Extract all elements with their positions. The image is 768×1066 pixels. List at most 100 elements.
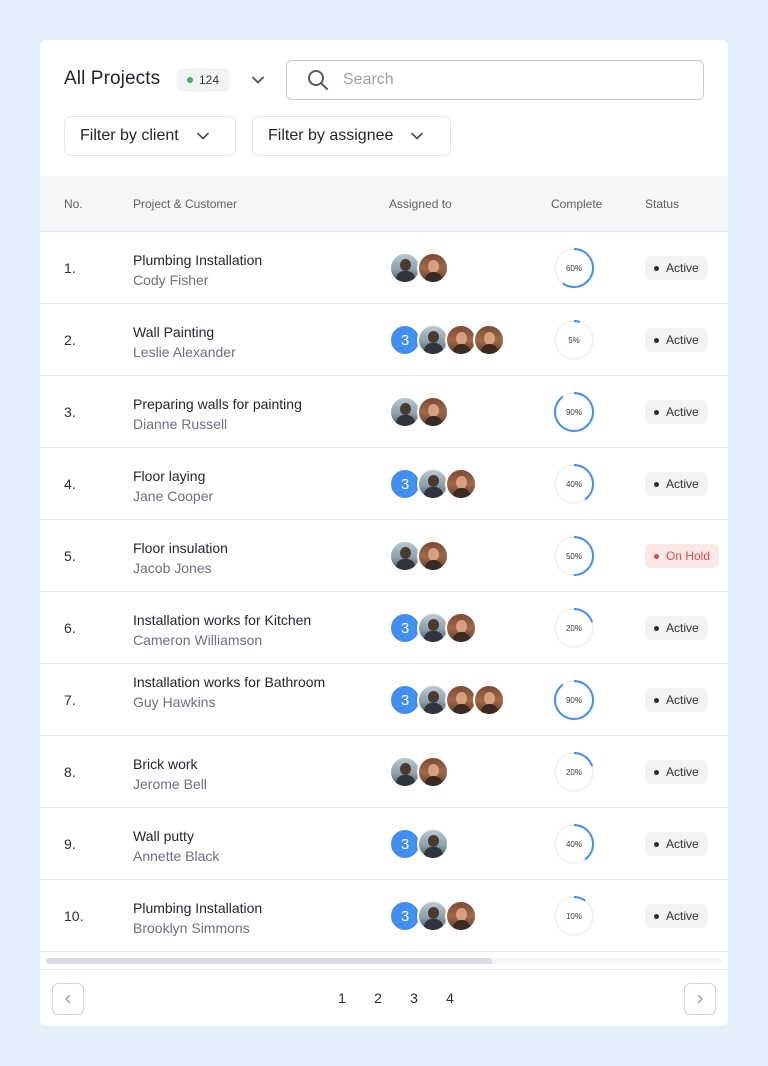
row-number: 1.	[64, 260, 76, 276]
next-page-button[interactable]	[684, 983, 716, 1015]
completion-ring: 40%	[553, 463, 595, 505]
page-link[interactable]: 3	[396, 990, 432, 1006]
completion-percent: 60%	[565, 263, 582, 273]
status-dot-icon	[654, 553, 659, 559]
assignee-avatars: 3	[389, 684, 505, 716]
customer-name: Jacob Jones	[133, 560, 212, 576]
avatar[interactable]	[473, 324, 505, 356]
table-row[interactable]: 5. Floor insulation Jacob Jones 50% On H…	[40, 520, 728, 592]
project-count: 124	[199, 73, 220, 87]
filter-client-label: Filter by client	[80, 127, 179, 144]
assignee-avatars	[389, 252, 449, 284]
table-row[interactable]: 2. Wall Painting Leslie Alexander 3 5% A…	[40, 304, 728, 376]
completion-ring: 20%	[553, 751, 595, 793]
avatar[interactable]	[417, 756, 449, 788]
project-cell: Wall Painting Leslie Alexander	[133, 322, 353, 362]
customer-name: Brooklyn Simmons	[133, 920, 250, 936]
filter-assignee-label: Filter by assignee	[268, 127, 394, 144]
status-dot-icon	[654, 913, 659, 919]
status-label: Active	[666, 837, 699, 851]
filter-client-dropdown[interactable]: Filter by client	[64, 116, 236, 156]
row-number: 3.	[64, 404, 76, 420]
completion-percent: 40%	[565, 839, 582, 849]
row-number: 8.	[64, 764, 76, 780]
page-link[interactable]: 1	[324, 990, 360, 1006]
page-link[interactable]: 2	[360, 990, 396, 1006]
project-name[interactable]: Wall putty	[133, 826, 353, 846]
prev-page-button[interactable]	[52, 983, 84, 1015]
column-header-complete[interactable]: Complete	[551, 197, 602, 211]
completion-ring: 20%	[553, 607, 595, 649]
project-cell: Floor laying Jane Cooper	[133, 466, 353, 506]
project-name[interactable]: Floor insulation	[133, 538, 353, 558]
assignee-avatars: 3	[389, 828, 449, 860]
completion-ring: 5%	[553, 319, 595, 361]
completion-ring: 10%	[553, 895, 595, 937]
avatar[interactable]	[445, 612, 477, 644]
page-title: All Projects	[64, 68, 161, 89]
avatar[interactable]	[417, 396, 449, 428]
status-label: Active	[666, 693, 699, 707]
project-name[interactable]: Brick work	[133, 754, 353, 774]
table-row[interactable]: 7. Installation works for Bathroom Guy H…	[40, 664, 728, 736]
project-name[interactable]: Plumbing Installation	[133, 250, 353, 270]
status-dot-icon	[654, 625, 659, 631]
table-row[interactable]: 9. Wall putty Annette Black 3 40% Active	[40, 808, 728, 880]
project-cell: Installation works for Bathroom Guy Hawk…	[133, 672, 353, 712]
column-header-status[interactable]: Status	[645, 197, 679, 211]
status-dot-icon	[654, 265, 659, 271]
project-name[interactable]: Floor laying	[133, 466, 353, 486]
project-name[interactable]: Plumbing Installation	[133, 898, 353, 918]
column-header-assigned[interactable]: Assigned to	[389, 197, 452, 211]
completion-percent: 20%	[565, 623, 582, 633]
completion-ring: 90%	[553, 679, 595, 721]
status-label: Active	[666, 261, 699, 275]
table-row[interactable]: 4. Floor laying Jane Cooper 3 40% Active	[40, 448, 728, 520]
project-name[interactable]: Installation works for Bathroom	[133, 672, 353, 692]
avatar[interactable]	[445, 468, 477, 500]
avatar[interactable]	[417, 252, 449, 284]
table-row[interactable]: 3. Preparing walls for painting Dianne R…	[40, 376, 728, 448]
completion-ring: 50%	[553, 535, 595, 577]
page-numbers: 1 2 3 4	[324, 990, 468, 1006]
project-name[interactable]: Installation works for Kitchen	[133, 610, 353, 630]
search-input[interactable]	[343, 71, 683, 89]
row-number: 5.	[64, 548, 76, 564]
table-row[interactable]: 6. Installation works for Kitchen Camero…	[40, 592, 728, 664]
project-cell: Floor insulation Jacob Jones	[133, 538, 353, 578]
status-badge: Active	[645, 400, 708, 424]
avatar[interactable]	[417, 540, 449, 572]
chevron-down-icon[interactable]	[249, 71, 267, 89]
project-name[interactable]: Wall Painting	[133, 322, 353, 342]
avatar[interactable]	[445, 900, 477, 932]
chevron-down-icon	[411, 132, 424, 140]
avatar[interactable]	[417, 828, 449, 860]
horizontal-scrollbar[interactable]	[46, 958, 722, 964]
table-row[interactable]: 1. Plumbing Installation Cody Fisher 60%…	[40, 232, 728, 304]
table-row[interactable]: 8. Brick work Jerome Bell 20% Active	[40, 736, 728, 808]
project-name[interactable]: Preparing walls for painting	[133, 394, 353, 414]
status-label: Active	[666, 333, 699, 347]
table-row[interactable]: 10. Plumbing Installation Brooklyn Simmo…	[40, 880, 728, 952]
filter-assignee-dropdown[interactable]: Filter by assignee	[252, 116, 451, 156]
completion-percent: 20%	[565, 767, 582, 777]
status-badge: Active	[645, 616, 708, 640]
projects-header: All Projects 124 Filter by client Filter…	[40, 40, 728, 176]
status-badge: Active	[645, 760, 708, 784]
status-badge: Active	[645, 688, 708, 712]
customer-name: Jerome Bell	[133, 776, 207, 792]
page-link[interactable]: 4	[432, 990, 468, 1006]
scrollbar-thumb[interactable]	[46, 958, 492, 964]
project-cell: Brick work Jerome Bell	[133, 754, 353, 794]
assignee-avatars	[389, 540, 449, 572]
column-header-project[interactable]: Project & Customer	[133, 197, 237, 211]
status-dot-icon	[654, 769, 659, 775]
status-dot-icon	[654, 481, 659, 487]
completion-ring: 60%	[553, 247, 595, 289]
row-number: 6.	[64, 620, 76, 636]
search-box[interactable]	[286, 60, 704, 100]
avatar[interactable]	[473, 684, 505, 716]
status-label: Active	[666, 909, 699, 923]
column-header-no[interactable]: No.	[64, 197, 83, 211]
row-number: 9.	[64, 836, 76, 852]
